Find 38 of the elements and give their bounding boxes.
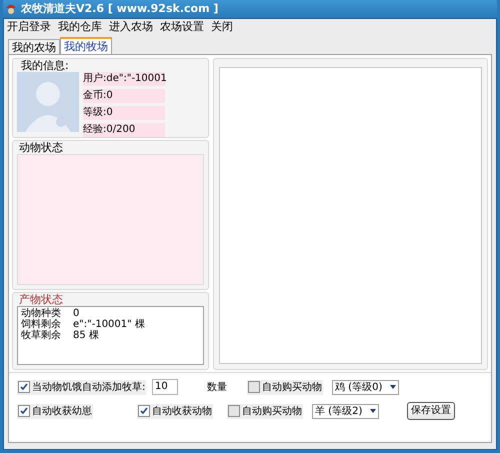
menu-item[interactable]: 我的仓库 xyxy=(58,18,102,36)
animal-status-title: 动物状态 xyxy=(19,141,64,154)
product-status-label: 牧草剩余 xyxy=(21,330,62,341)
caret-icon xyxy=(390,385,396,389)
product-status-label: 动物种类 xyxy=(21,308,62,319)
quantity-field[interactable]: 10 xyxy=(152,379,178,395)
checkbox[interactable]: 自动购买动物 xyxy=(227,404,303,418)
my-info-title: 我的信息: xyxy=(21,60,70,72)
info-field: 用户:de":"-10001 xyxy=(83,72,165,86)
product-status-label: 饲料剩余 xyxy=(21,319,62,330)
menu-item[interactable]: 进入农场 xyxy=(109,18,153,36)
window-title: 农牧清道夫V2.6 [ www.92sk.com ] xyxy=(21,0,218,17)
avatar-icon xyxy=(17,72,79,132)
info-field: 等级:0 xyxy=(83,106,165,120)
save-settings-button[interactable]: 保存设置 xyxy=(407,402,455,420)
check-icon xyxy=(20,383,28,391)
checkbox[interactable]: 自动收获幼崽 xyxy=(17,404,93,418)
check-icon xyxy=(140,407,148,415)
product-status-value: 0 xyxy=(73,308,80,319)
animal-dropdown[interactable]: 羊 (等级2) xyxy=(312,404,379,418)
info-field: 经验:0/200 xyxy=(83,123,165,137)
menu-item[interactable]: 开启登录 xyxy=(7,18,51,36)
info-field: 金币:0 xyxy=(83,89,165,103)
animal-dropdown[interactable]: 鸡 (等级0) xyxy=(332,380,399,394)
farmer-icon xyxy=(5,3,17,15)
check-icon xyxy=(20,407,28,415)
product-status-value: 85 棵 xyxy=(73,330,99,341)
caret-icon xyxy=(370,409,376,413)
checkbox[interactable]: 自动购买动物 xyxy=(247,380,323,394)
product-status-title: 产物状态 xyxy=(19,293,64,306)
tab[interactable]: 我的牧场 xyxy=(60,37,112,54)
quantity-label: 数量 xyxy=(207,382,227,392)
checkbox[interactable]: 自动收获动物 xyxy=(137,404,213,418)
tab[interactable]: 我的农场 xyxy=(8,39,60,54)
checkbox[interactable]: 当动物饥饿自动添加牧草: xyxy=(17,380,146,394)
menu-item[interactable]: 农场设置 xyxy=(160,18,204,36)
product-status-value: e":"-10001" 棵 xyxy=(73,319,145,330)
menu-item[interactable]: 关闭 xyxy=(211,18,233,36)
